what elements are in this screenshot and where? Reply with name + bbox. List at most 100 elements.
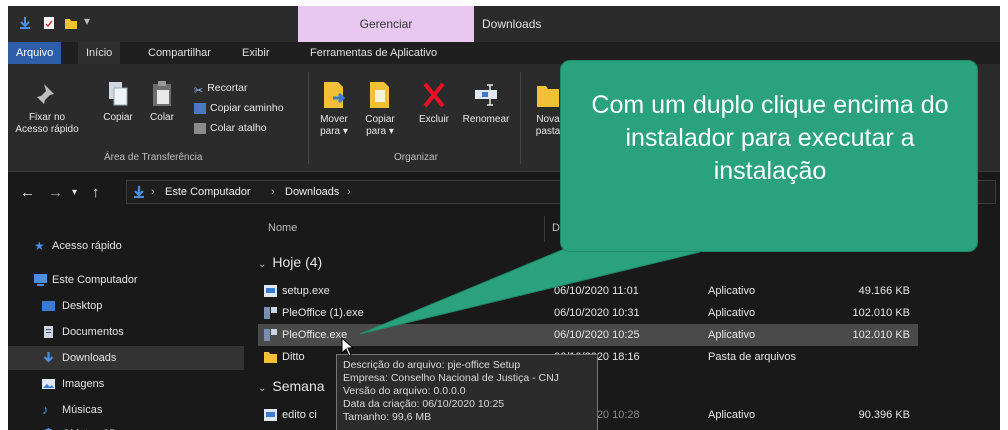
navigation-pane: ★ Acesso rápido Este Computador Desktop … — [8, 212, 244, 430]
title-bar: ▾ Gerenciar Downloads — [8, 6, 1000, 42]
copy-to-label-2: para ▾ — [366, 126, 394, 137]
tooltip-size: Tamanho: 99,6 MB — [343, 411, 432, 423]
recent-locations-chevron-icon[interactable]: ▾ — [72, 187, 77, 198]
copy-button[interactable]: Copiar — [100, 80, 136, 124]
delete-button[interactable]: Excluir — [412, 80, 456, 126]
pin-quick-access-button[interactable]: Fixar no Acesso rápido — [14, 82, 80, 136]
copy-path-label: Copiar caminho — [210, 102, 284, 114]
group-header-week[interactable]: ⌄ Semana — [258, 378, 325, 394]
pje-office-icon — [264, 307, 277, 319]
tab-ferramentas-aplicativo[interactable]: Ferramentas de Aplicativo — [302, 42, 445, 64]
group-header-today[interactable]: ⌄ Hoje (4) — [258, 254, 322, 270]
copy-label: Copiar — [103, 112, 133, 123]
scissors-icon: ✂ — [194, 84, 204, 97]
file-type: Pasta de arquivos — [708, 351, 797, 363]
installer-icon — [264, 285, 277, 297]
computer-icon — [34, 274, 47, 286]
organize-group-label: Organizar — [394, 152, 438, 163]
callout-text: Com um duplo clique encima do instalador… — [591, 91, 949, 185]
documents-icon — [44, 326, 53, 338]
mouse-cursor-icon — [341, 337, 355, 357]
paste-button[interactable]: Colar — [144, 80, 180, 124]
nav-item-downloads[interactable]: Downloads — [8, 346, 244, 370]
paste-icon — [153, 81, 171, 106]
nav-label: Imagens — [62, 378, 105, 390]
forward-arrow-icon[interactable]: → — [48, 184, 63, 201]
back-arrow-icon[interactable]: ← — [20, 184, 35, 201]
context-tab-gerenciar[interactable]: Gerenciar — [298, 6, 474, 42]
breadcrumb-downloads[interactable]: Downloads — [285, 186, 339, 198]
delete-x-icon — [423, 82, 445, 108]
nav-item-desktop[interactable]: Desktop — [8, 294, 244, 318]
move-to-label-1: Mover — [320, 114, 348, 125]
rename-icon — [475, 84, 497, 106]
file-row-selected[interactable]: PleOffice.exe 06/10/2020 10:25 Aplicativ… — [258, 324, 918, 346]
file-row[interactable]: PleOffice (1).exe 06/10/2020 10:31 Aplic… — [258, 302, 918, 324]
tab-arquivo[interactable]: Arquivo — [8, 42, 62, 64]
tab-exibir[interactable]: Exibir — [234, 42, 278, 64]
up-arrow-icon[interactable]: ↑ — [92, 184, 100, 201]
cut-button[interactable]: ✂ Recortar — [194, 80, 247, 97]
nav-item-musicas[interactable]: ♪ Músicas — [8, 398, 244, 422]
music-icon: ♪ — [42, 402, 49, 417]
star-icon: ★ — [34, 239, 45, 253]
copy-path-icon — [194, 102, 206, 114]
pin-label-line1: Fixar no — [28, 112, 66, 123]
copy-path-button[interactable]: Copiar caminho — [194, 100, 284, 116]
copy-to-label-1: Copiar — [365, 114, 395, 125]
tab-inicio[interactable]: Início — [78, 42, 121, 64]
nav-label: Desktop — [62, 300, 103, 312]
move-to-icon — [324, 82, 346, 108]
desktop-icon — [42, 301, 55, 311]
rename-label: Renomear — [462, 114, 510, 125]
move-to-button[interactable]: Mover para ▾ — [314, 80, 354, 138]
column-header-name[interactable]: Nome — [268, 222, 297, 234]
new-folder-icon[interactable] — [64, 16, 78, 30]
file-type: Aplicativo — [708, 409, 756, 421]
copy-to-button[interactable]: Copiar para ▾ — [360, 80, 400, 138]
nav-item-imagens[interactable]: Imagens — [8, 372, 244, 396]
nav-item-documentos[interactable]: Documentos — [8, 320, 244, 344]
paste-label: Colar — [150, 112, 174, 123]
delete-label: Excluir — [418, 114, 449, 125]
downloads-location-icon — [134, 186, 144, 198]
file-name: PleOffice.exe — [282, 329, 348, 341]
ribbon-separator — [308, 72, 309, 164]
nav-item-acesso-rapido[interactable]: ★ Acesso rápido — [8, 234, 244, 258]
column-separator[interactable] — [544, 216, 545, 242]
new-folder-label-1: Nova — [536, 114, 560, 125]
tooltip-company: Empresa: Conselho Nacional de Justiça - … — [343, 372, 559, 384]
nav-label: Músicas — [62, 404, 103, 416]
paste-shortcut-label: Colar atalho — [210, 122, 267, 134]
pictures-icon — [42, 379, 55, 389]
move-to-label-2: para ▾ — [320, 126, 348, 137]
nav-label: Objetos 3D — [62, 422, 117, 430]
file-date: 06/10/2020 10:31 — [554, 307, 640, 319]
customize-quick-access-icon[interactable]: ▾ — [84, 14, 90, 28]
download-arrow-icon[interactable] — [18, 16, 32, 30]
rename-button[interactable]: Renomear — [460, 80, 512, 126]
file-type: Aplicativo — [708, 285, 756, 297]
tooltip-description: Descrição do arquivo: pje-office Setup — [343, 359, 521, 371]
group-label: Semana — [272, 378, 325, 394]
file-date: 06/10/2020 10:25 — [554, 329, 640, 341]
file-size: 102.010 KB — [852, 307, 911, 319]
breadcrumb-separator: › — [347, 186, 351, 198]
file-date: 06/10/2020 11:01 — [554, 285, 639, 297]
file-size: 49.166 KB — [858, 285, 910, 297]
copy-icon — [109, 82, 128, 106]
pje-office-icon — [264, 329, 277, 341]
nav-item-este-computador[interactable]: Este Computador — [8, 268, 244, 292]
nav-item-objetos-3d[interactable]: Objetos 3D — [8, 422, 244, 430]
file-info-tooltip: Descrição do arquivo: pje-office Setup E… — [336, 354, 598, 430]
collapse-chevron-icon: ⌄ — [258, 383, 267, 394]
properties-icon[interactable] — [42, 16, 56, 30]
nav-label: Documentos — [62, 326, 124, 338]
tab-compartilhar[interactable]: Compartilhar — [140, 42, 219, 64]
breadcrumb-este-computador[interactable]: Este Computador — [165, 186, 251, 198]
file-size: 90.396 KB — [858, 409, 910, 421]
paste-shortcut-button[interactable]: Colar atalho — [194, 120, 267, 136]
file-name: edito ci — [282, 409, 317, 421]
group-label: Hoje (4) — [272, 254, 323, 270]
file-row[interactable]: setup.exe 06/10/2020 11:01 Aplicativo 49… — [258, 280, 918, 302]
